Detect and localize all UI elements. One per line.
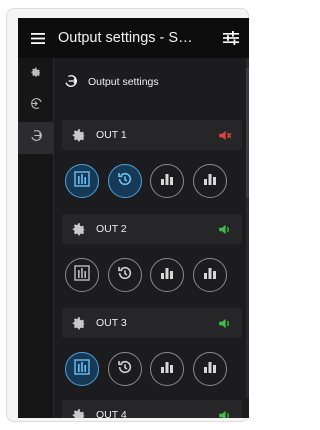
equalizer-bars-icon [203, 266, 217, 285]
output-row-4[interactable]: OUT 4 [62, 400, 242, 418]
scrollbar[interactable] [246, 58, 249, 398]
equalizer-bars-icon [160, 172, 174, 191]
equalizer-bars-icon [203, 172, 217, 191]
output-arrow-icon [30, 129, 43, 147]
level-meter-icon [74, 358, 90, 380]
sidebar [18, 58, 54, 418]
output-controls-3 [65, 349, 245, 389]
equalizer-button-2[interactable] [192, 164, 227, 198]
input-arrow-icon [30, 97, 43, 115]
output-name: OUT 4 [96, 409, 127, 418]
sidebar-item-outputs[interactable] [18, 122, 54, 154]
level-meter-button[interactable] [65, 258, 99, 292]
scrollbar-thumb[interactable] [246, 68, 249, 198]
page-title: Output settings - S… [58, 30, 193, 46]
section-title: Output settings [88, 76, 159, 88]
gear-icon[interactable] [64, 127, 94, 143]
output-row-2[interactable]: OUT 2 [62, 214, 242, 244]
app-window: Output settings - S… Output settings OUT… [18, 18, 249, 418]
output-name: OUT 3 [96, 317, 127, 329]
level-meter-icon [74, 170, 90, 192]
sidebar-item-inputs[interactable] [18, 90, 54, 122]
delay-button[interactable] [107, 164, 142, 198]
output-name: OUT 2 [96, 223, 127, 235]
output-row-3[interactable]: OUT 3 [62, 308, 242, 338]
sidebar-item-settings[interactable] [18, 58, 54, 90]
speaker-on-icon[interactable] [212, 223, 238, 236]
gear-icon[interactable] [64, 315, 94, 331]
delay-clock-icon [117, 359, 133, 380]
hamburger-menu-icon[interactable] [18, 18, 58, 58]
speaker-muted-icon[interactable] [212, 129, 238, 142]
speaker-on-icon[interactable] [212, 317, 238, 330]
speaker-on-icon[interactable] [212, 409, 238, 418]
delay-clock-icon [117, 171, 133, 192]
output-row-1[interactable]: OUT 1 [62, 120, 242, 150]
delay-clock-icon [117, 265, 133, 286]
level-meter-button[interactable] [65, 164, 99, 198]
gear-icon[interactable] [64, 221, 94, 237]
equalizer-button[interactable] [150, 258, 184, 292]
equalizer-button[interactable] [150, 352, 184, 386]
delay-button[interactable] [107, 258, 142, 292]
delay-button[interactable] [107, 352, 142, 386]
equalizer-button[interactable] [150, 164, 184, 198]
output-arrow-icon [64, 74, 78, 91]
tune-sliders-icon[interactable] [213, 18, 249, 58]
equalizer-bars-icon [160, 360, 174, 379]
equalizer-button-2[interactable] [192, 352, 227, 386]
output-controls-1 [65, 161, 245, 201]
section-header: Output settings [64, 70, 159, 94]
top-bar: Output settings - S… [18, 18, 249, 58]
gear-icon [30, 65, 42, 83]
main-content: Output settings OUT 1 OUT 2 OUT 3 OUT 4 [54, 58, 249, 418]
equalizer-bars-icon [160, 266, 174, 285]
equalizer-bars-icon [203, 360, 217, 379]
gear-icon[interactable] [64, 407, 94, 418]
output-name: OUT 1 [96, 129, 127, 141]
level-meter-icon [74, 264, 90, 286]
equalizer-button-2[interactable] [192, 258, 227, 292]
level-meter-button[interactable] [65, 352, 99, 386]
output-controls-2 [65, 255, 245, 295]
